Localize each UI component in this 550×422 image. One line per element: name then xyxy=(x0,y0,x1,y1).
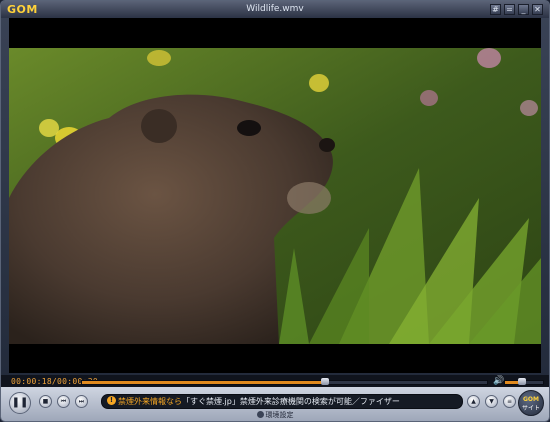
title-bar[interactable]: GOM Wildlife.wmv # = _ ✕ xyxy=(1,1,549,18)
menu-icon: ≡ xyxy=(506,398,513,405)
restore-button[interactable]: = xyxy=(504,4,515,15)
gom-site-logo: GOM xyxy=(523,396,539,403)
pin-button[interactable]: # xyxy=(490,4,501,15)
ticker-highlight: 禁煙外来情報なら xyxy=(118,397,182,406)
next-icon: ⏭ xyxy=(78,398,85,405)
previous-icon: ⏮ xyxy=(60,398,67,405)
volume-knob[interactable] xyxy=(518,378,527,385)
player-window: GOM Wildlife.wmv # = _ ✕ 00:00:18/00:00:… xyxy=(0,0,550,422)
playlist-button[interactable]: ▼ xyxy=(485,395,498,408)
window-title: Wildlife.wmv xyxy=(246,4,304,14)
close-button[interactable]: ✕ xyxy=(532,4,543,15)
settings-icon xyxy=(256,411,264,418)
menu-button[interactable]: ≡ xyxy=(503,395,516,408)
previous-button[interactable]: ⏮ xyxy=(57,395,70,408)
eject-icon: ▲ xyxy=(471,398,476,405)
volume-track[interactable] xyxy=(504,378,544,385)
stop-icon: ■ xyxy=(42,398,49,405)
progress-track[interactable] xyxy=(81,378,488,385)
progress-fill xyxy=(82,381,325,384)
speaker-icon[interactable]: 🔊 xyxy=(493,376,504,386)
control-bar: ❚❚ ■ ⏮ ⏭ ! 禁煙外来情報なら「すぐ禁煙.jp」禁煙外来診療機関の検索が可… xyxy=(1,387,549,421)
ad-ticker[interactable]: ! 禁煙外来情報なら「すぐ禁煙.jp」禁煙外来診療機関の検索が可能／ファイザー xyxy=(101,394,463,409)
minimize-button[interactable]: _ xyxy=(518,4,529,15)
next-button[interactable]: ⏭ xyxy=(75,395,88,408)
video-frame-marmot xyxy=(9,48,541,344)
gom-site-label: サイト xyxy=(521,405,540,412)
settings-label: 環境設定 xyxy=(265,411,294,419)
open-file-button[interactable]: ▲ xyxy=(467,395,480,408)
settings-link[interactable]: 環境設定 xyxy=(1,410,549,420)
pause-icon: ❚❚ xyxy=(11,397,29,408)
playlist-icon: ▼ xyxy=(489,398,494,405)
video-area[interactable] xyxy=(9,18,541,373)
seek-bar: 00:00:18/00:00:30 🔊 xyxy=(1,375,549,387)
info-icon: ! xyxy=(107,396,116,405)
gom-site-button[interactable]: GOM サイト xyxy=(518,390,544,416)
progress-knob[interactable] xyxy=(321,378,329,385)
ticker-text: 「すぐ禁煙.jp」禁煙外来診療機関の検索が可能／ファイザー xyxy=(182,397,400,406)
stop-button[interactable]: ■ xyxy=(39,395,52,408)
